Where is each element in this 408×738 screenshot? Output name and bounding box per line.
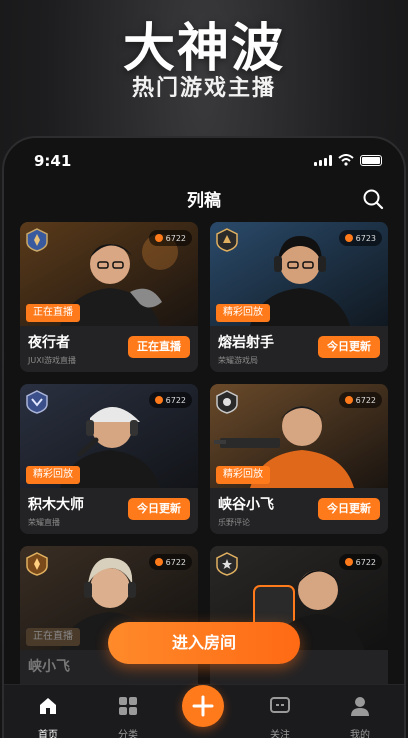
- streamer-card[interactable]: 6723 精彩回放 熔岩射手 荣耀游戏局 今日更新: [210, 222, 388, 372]
- viewer-icon: [344, 234, 353, 242]
- rank-badge-icon: [216, 552, 238, 576]
- streamer-card[interactable]: 6722 精彩回放 峡谷小飞 乐野评论 今日更新: [210, 384, 388, 534]
- rank-badge-icon: [26, 228, 48, 252]
- streamer-subtitle: 荣耀直播: [28, 518, 60, 527]
- tab-home[interactable]: 首页: [18, 695, 78, 738]
- tab-profile[interactable]: 我的: [330, 695, 390, 738]
- streamer-subtitle: JUXI游戏直播: [28, 356, 77, 365]
- streamer-card[interactable]: 6722 精彩回放 积木大师 荣耀直播 今日更新: [20, 384, 198, 534]
- add-button[interactable]: [182, 685, 224, 727]
- streamer-name: 峡谷小飞: [218, 497, 274, 513]
- viewer-icon: [344, 558, 353, 566]
- grid-icon: [119, 697, 137, 715]
- status-tag: 精彩回放: [26, 466, 80, 484]
- streamer-card[interactable]: 6722 正在直播 夜行者 JUXI游戏直播 正在直播: [20, 222, 198, 372]
- viewer-count: 6722: [338, 392, 382, 408]
- tab-label: 我的: [350, 730, 370, 738]
- rank-badge-icon: [216, 228, 238, 252]
- status-tag: 精彩回放: [216, 466, 270, 484]
- user-icon: [351, 697, 369, 716]
- streamer-name: 熔岩射手: [218, 335, 274, 351]
- viewer-icon: [154, 558, 163, 566]
- status-tag: 精彩回放: [216, 304, 270, 322]
- status-time: 9:41: [34, 152, 72, 170]
- status-bar: 9:41: [4, 138, 404, 184]
- viewer-count: 6722: [148, 392, 192, 408]
- tab-follow[interactable]: 关注: [250, 695, 310, 738]
- tab-label: 关注: [270, 730, 290, 738]
- battery-icon: [360, 154, 382, 166]
- plus-icon: [192, 695, 214, 717]
- home-icon: [40, 698, 56, 714]
- chat-icon: [270, 697, 290, 713]
- search-icon[interactable]: [362, 188, 384, 210]
- tab-label: 分类: [118, 730, 138, 738]
- status-icons: [314, 154, 382, 166]
- streamer-name: 夜行者: [28, 335, 70, 351]
- viewer-icon: [344, 396, 353, 404]
- viewer-count: 6722: [148, 554, 192, 570]
- streamer-subtitle: 荣耀游戏局: [218, 356, 258, 365]
- streamer-name: 峡小飞: [28, 659, 70, 675]
- tab-category[interactable]: 分类: [98, 695, 158, 738]
- signal-icon: [314, 154, 332, 166]
- page-title: 列稿: [187, 191, 221, 211]
- streamer-card[interactable]: 6722 正在直播 峡小飞: [20, 546, 198, 696]
- streamer-name: 积木大师: [28, 497, 84, 513]
- enter-room-button[interactable]: 进入房间: [108, 622, 300, 664]
- card-action-button[interactable]: 今日更新: [128, 498, 190, 520]
- card-action-button[interactable]: 正在直播: [128, 336, 190, 358]
- wifi-icon: [338, 154, 354, 166]
- status-tag: 正在直播: [26, 628, 80, 646]
- rank-badge-icon: [26, 552, 48, 576]
- rank-badge-icon: [26, 390, 48, 414]
- viewer-count: 6722: [148, 230, 192, 246]
- viewer-count: 6723: [338, 230, 382, 246]
- rank-badge-icon: [216, 390, 238, 414]
- card-action-button[interactable]: 今日更新: [318, 498, 380, 520]
- card-action-button[interactable]: 今日更新: [318, 336, 380, 358]
- status-tag: 正在直播: [26, 304, 80, 322]
- tab-label: 首页: [38, 730, 58, 738]
- phone-screen: 9:41 列稿 6722 正在直播 夜行者 JUXI游戏直播 正在直播 6723…: [2, 136, 406, 738]
- bottom-tab-bar: 首页 分类 关注 我的: [4, 684, 404, 738]
- viewer-icon: [154, 396, 163, 404]
- streamer-subtitle: 乐野评论: [218, 518, 250, 527]
- hero-subtitle: 热门游戏主播: [131, 76, 276, 101]
- viewer-count: 6722: [338, 554, 382, 570]
- viewer-icon: [154, 234, 163, 242]
- streamer-card[interactable]: 6722: [210, 546, 388, 696]
